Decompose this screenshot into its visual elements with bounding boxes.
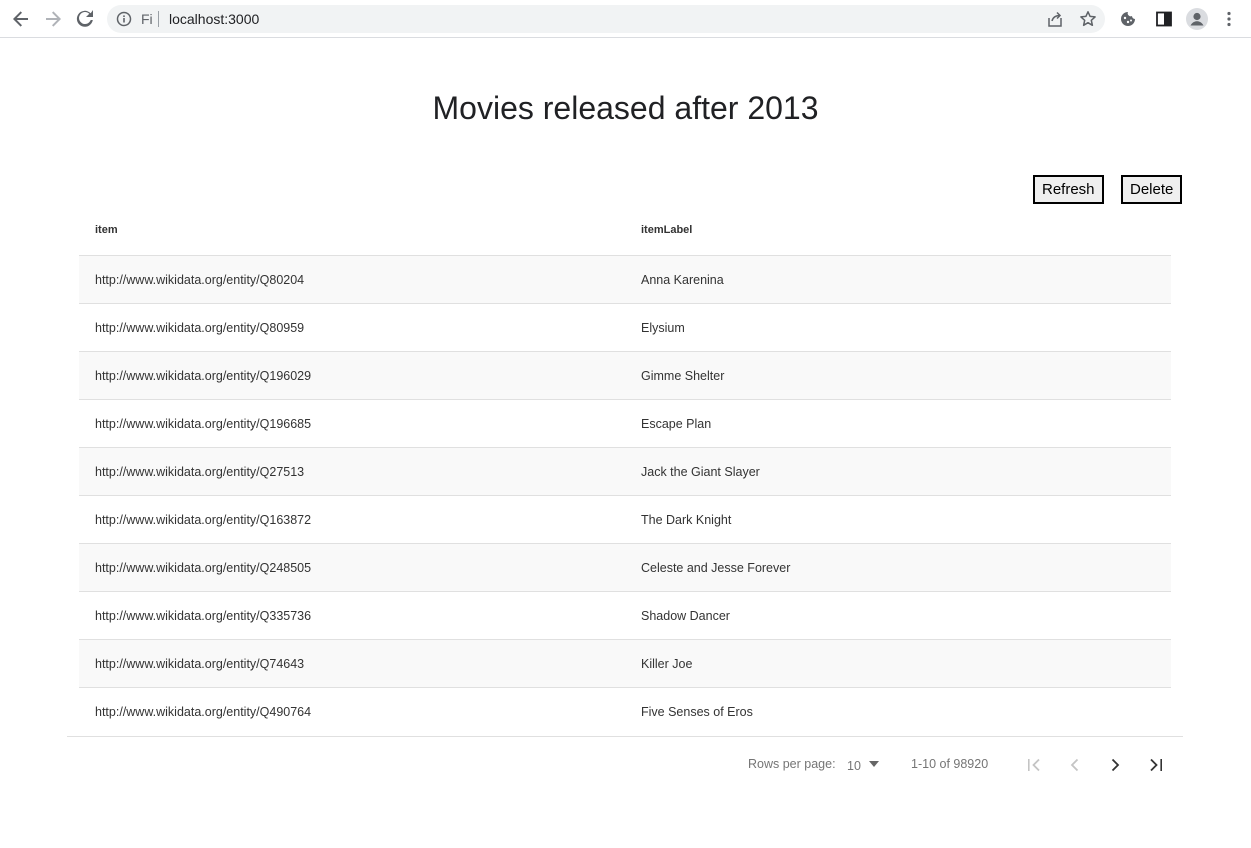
cell-item-label: Anna Karenina — [641, 273, 724, 287]
cell-item-label: The Dark Knight — [641, 513, 732, 527]
cell-item-label: Escape Plan — [641, 417, 712, 431]
cell-item-label: Shadow Dancer — [641, 609, 730, 623]
column-header-itemlabel[interactable]: itemLabel — [641, 224, 692, 236]
cell-item: http://www.wikidata.org/entity/Q80204 — [95, 273, 305, 287]
side-panel-icon[interactable] — [1152, 7, 1176, 31]
cell-item: http://www.wikidata.org/entity/Q248505 — [95, 561, 312, 575]
cell-item-label: Elysium — [641, 321, 685, 335]
table-row[interactable]: http://www.wikidata.org/entity/Q80204 An… — [79, 256, 1171, 304]
cell-item-label: Gimme Shelter — [641, 369, 725, 383]
table-row[interactable]: http://www.wikidata.org/entity/Q490764 F… — [79, 688, 1171, 737]
table-row[interactable]: http://www.wikidata.org/entity/Q196685 E… — [79, 400, 1171, 448]
cell-item: http://www.wikidata.org/entity/Q335736 — [95, 609, 312, 623]
table-row[interactable]: http://www.wikidata.org/entity/Q27513 Ja… — [79, 448, 1171, 496]
share-icon[interactable] — [1046, 10, 1064, 28]
cell-item: http://www.wikidata.org/entity/Q163872 — [95, 513, 312, 527]
rows-per-page-select[interactable]: 10 — [847, 757, 883, 775]
address-bar[interactable]: Fi localhost:3000 — [107, 5, 1105, 33]
last-page-icon[interactable] — [1145, 755, 1165, 775]
info-icon[interactable] — [116, 11, 132, 27]
cookie-icon[interactable] — [1116, 7, 1140, 31]
table-row[interactable]: http://www.wikidata.org/entity/Q196029 G… — [79, 352, 1171, 400]
cell-item: http://www.wikidata.org/entity/Q80959 — [95, 321, 305, 335]
star-icon[interactable] — [1079, 10, 1097, 28]
table-row[interactable]: http://www.wikidata.org/entity/Q248505 C… — [79, 544, 1171, 592]
omnibox-separator — [158, 11, 159, 27]
page-title: Movies released after 2013 — [432, 90, 819, 126]
table-header: item itemLabel — [79, 207, 1171, 256]
first-page-icon[interactable] — [1025, 755, 1045, 775]
column-header-item[interactable]: item — [95, 224, 118, 236]
arrow-right-icon[interactable] — [41, 7, 65, 31]
delete-button[interactable]: Delete — [1121, 175, 1183, 204]
data-table: item itemLabel http://www.wikidata.org/e… — [79, 207, 1171, 737]
next-page-icon[interactable] — [1105, 755, 1125, 775]
kebab-menu-icon[interactable] — [1217, 7, 1241, 31]
table-row[interactable]: http://www.wikidata.org/entity/Q163872 T… — [79, 496, 1171, 544]
caret-down-icon — [869, 761, 879, 767]
cell-item: http://www.wikidata.org/entity/Q490764 — [95, 705, 312, 719]
refresh-button[interactable]: Refresh — [1033, 175, 1104, 204]
previous-page-icon[interactable] — [1065, 755, 1085, 775]
page-range-text: 1-10 of 98920 — [911, 757, 989, 771]
url-text[interactable]: localhost:3000 — [169, 11, 259, 27]
table-row[interactable]: http://www.wikidata.org/entity/Q335736 S… — [79, 592, 1171, 640]
site-info-label[interactable]: Fi — [141, 11, 153, 27]
cell-item-label: Jack the Giant Slayer — [641, 465, 760, 479]
cell-item: http://www.wikidata.org/entity/Q74643 — [95, 657, 305, 671]
arrow-left-icon[interactable] — [9, 7, 33, 31]
table-row[interactable]: http://www.wikidata.org/entity/Q80959 El… — [79, 304, 1171, 352]
cell-item-label: Five Senses of Eros — [641, 705, 753, 719]
browser-toolbar: Fi localhost:3000 — [0, 0, 1251, 38]
cell-item-label: Celeste and Jesse Forever — [641, 561, 791, 575]
reload-icon[interactable] — [73, 7, 97, 31]
rows-per-page-value: 10 — [847, 759, 861, 773]
cell-item: http://www.wikidata.org/entity/Q196685 — [95, 417, 312, 431]
table-bottom-divider — [67, 736, 1183, 737]
cell-item: http://www.wikidata.org/entity/Q27513 — [95, 465, 305, 479]
cell-item-label: Killer Joe — [641, 657, 693, 671]
profile-icon[interactable] — [1185, 7, 1209, 31]
cell-item: http://www.wikidata.org/entity/Q196029 — [95, 369, 312, 383]
table-row[interactable]: http://www.wikidata.org/entity/Q74643 Ki… — [79, 640, 1171, 688]
rows-per-page-label: Rows per page: — [748, 757, 836, 771]
